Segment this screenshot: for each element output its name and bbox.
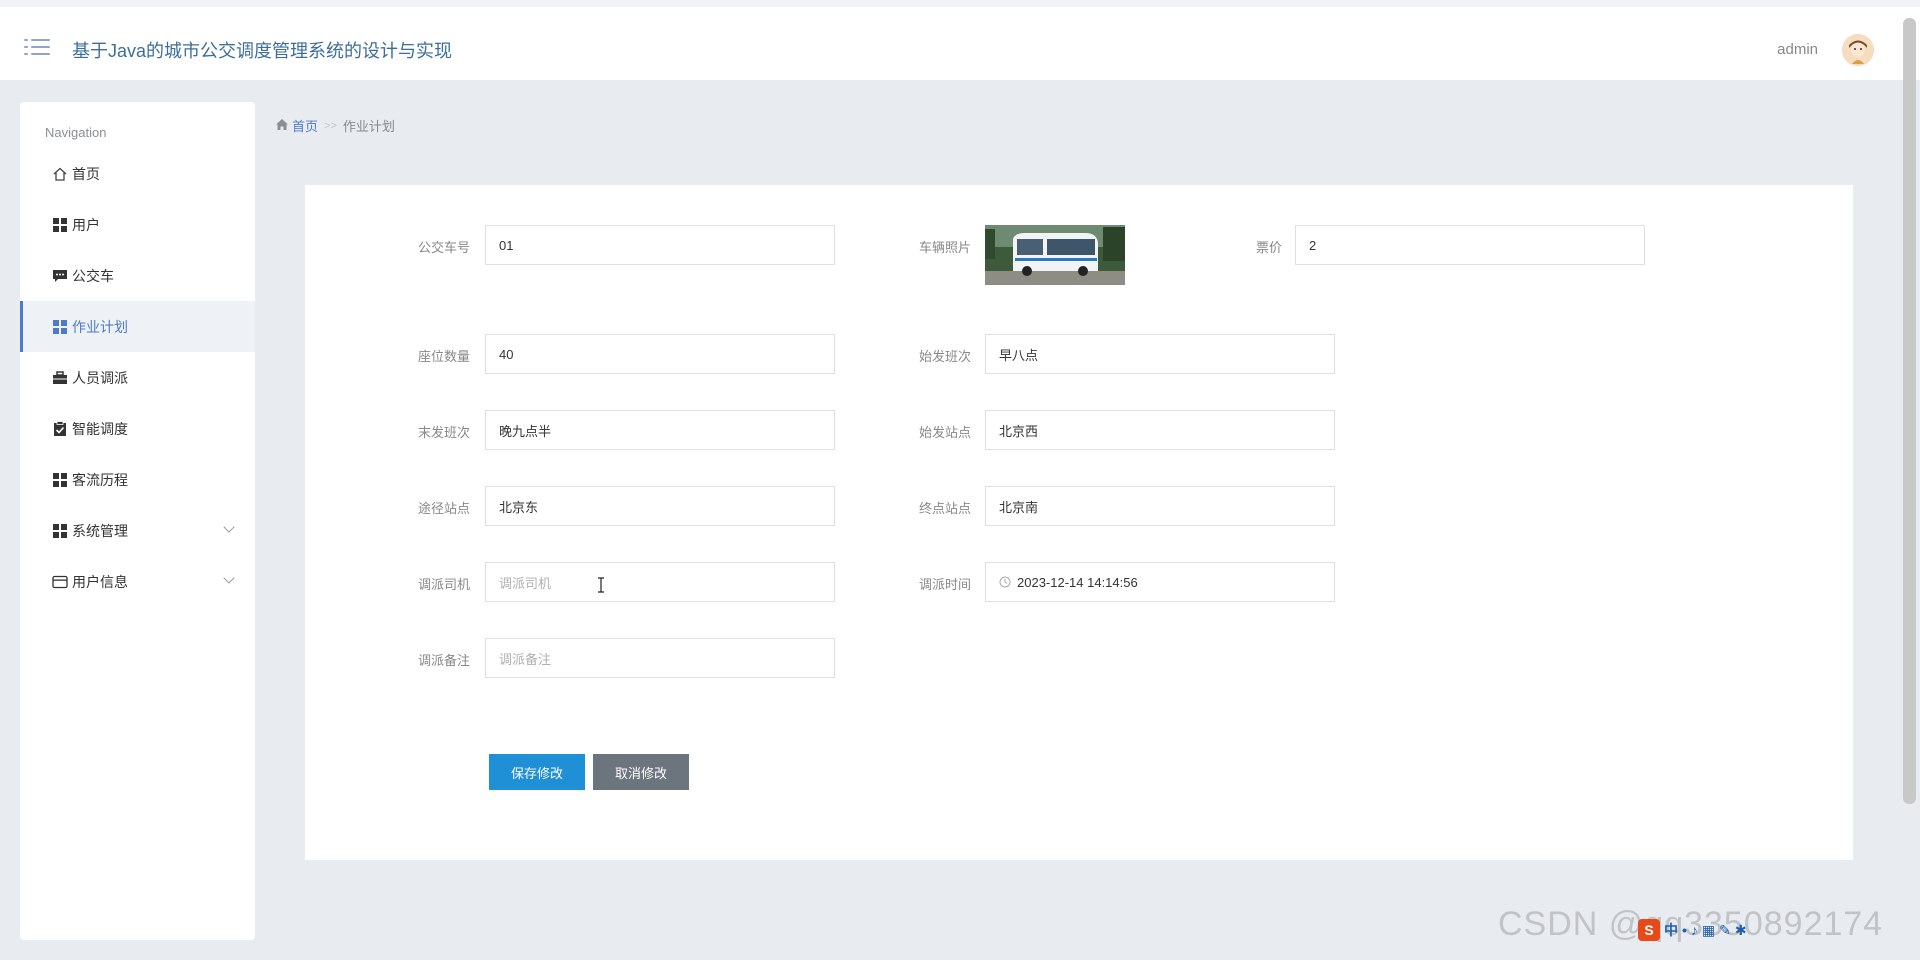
via-station-input[interactable]: 北京东 bbox=[485, 486, 835, 526]
sidebar-item-label: 用户 bbox=[72, 216, 100, 233]
breadcrumb-home-link[interactable]: 首页 bbox=[292, 116, 318, 135]
dispatch-time-label: 调派时间 bbox=[919, 577, 972, 592]
home-icon bbox=[52, 166, 68, 182]
ime-punctuation-icon[interactable]: • bbox=[1682, 922, 1687, 938]
sidebar-item-label: 智能调度 bbox=[72, 420, 128, 437]
sidebar-item-label: 用户信息 bbox=[72, 573, 128, 590]
app-title: 基于Java的城市公交调度管理系统的设计与实现 bbox=[72, 41, 453, 61]
grid-icon bbox=[52, 472, 68, 488]
bus-photo[interactable] bbox=[985, 225, 1125, 285]
sidebar-item-home[interactable]: 首页 bbox=[20, 148, 255, 199]
last-shift-label: 末发班次 bbox=[418, 425, 471, 440]
first-shift-label: 始发班次 bbox=[919, 349, 972, 364]
end-station-label: 终点站点 bbox=[919, 501, 972, 516]
chevron-down-icon bbox=[223, 572, 235, 584]
sidebar-item-bus[interactable]: 公交车 bbox=[20, 250, 255, 301]
sidebar-item-system-management[interactable]: 系统管理 bbox=[20, 505, 255, 556]
avatar[interactable] bbox=[1842, 34, 1874, 66]
seats-label: 座位数量 bbox=[418, 349, 471, 364]
clipboard-check-icon bbox=[52, 420, 68, 437]
chevron-down-icon bbox=[223, 521, 235, 533]
ime-logo-icon: S bbox=[1638, 919, 1660, 941]
photo-label: 车辆照片 bbox=[919, 240, 972, 255]
last-shift-input[interactable]: 晚九点半 bbox=[485, 410, 835, 450]
briefcase-icon bbox=[52, 370, 68, 386]
start-station-label: 始发站点 bbox=[919, 425, 972, 440]
via-station-label: 途径站点 bbox=[418, 501, 471, 516]
fare-label: 票价 bbox=[1256, 240, 1283, 255]
cancel-button[interactable]: 取消修改 bbox=[593, 754, 689, 790]
sidebar-item-label: 作业计划 bbox=[72, 318, 128, 335]
save-button[interactable]: 保存修改 bbox=[489, 754, 585, 790]
seats-input[interactable]: 40 bbox=[485, 334, 835, 374]
ime-tools-icon[interactable]: ✱ bbox=[1735, 922, 1747, 939]
grid-icon bbox=[52, 319, 68, 335]
ime-skin-icon[interactable]: ✎ bbox=[1719, 922, 1731, 939]
fare-input[interactable]: 2 bbox=[1295, 225, 1645, 265]
sidebar: Navigation 首页 用户 公交车 作业计划 人员调派 智能调度 客流历程… bbox=[20, 102, 255, 940]
clock-icon bbox=[999, 576, 1011, 588]
ime-keyboard-icon[interactable]: ▦ bbox=[1702, 922, 1715, 939]
sidebar-item-staff-dispatch[interactable]: 人员调派 bbox=[20, 352, 255, 403]
nav-heading: Navigation bbox=[45, 125, 107, 140]
bus-no-input[interactable]: 01 bbox=[485, 225, 835, 265]
sidebar-item-label: 首页 bbox=[72, 165, 100, 182]
remark-input[interactable]: 调派备注 bbox=[485, 638, 835, 678]
page-scrollbar[interactable] bbox=[1903, 18, 1916, 804]
first-shift-input[interactable]: 早八点 bbox=[985, 334, 1335, 374]
breadcrumb-separator: >> bbox=[324, 119, 337, 132]
menu-toggle-icon[interactable] bbox=[24, 38, 50, 60]
dispatch-time-picker[interactable]: 2023-12-14 14:14:56 bbox=[985, 562, 1335, 602]
sidebar-item-users[interactable]: 用户 bbox=[20, 199, 255, 250]
home-icon bbox=[276, 118, 288, 133]
ime-voice-icon[interactable]: ♪ bbox=[1691, 922, 1698, 938]
grid-icon bbox=[52, 523, 68, 539]
top-bar: 基于Java的城市公交调度管理系统的设计与实现 admin bbox=[0, 0, 1920, 80]
sidebar-item-passenger-flow[interactable]: 客流历程 bbox=[20, 454, 255, 505]
remark-label: 调派备注 bbox=[418, 653, 471, 668]
ime-toolbar[interactable]: S 中 • ♪ ▦ ✎ ✱ bbox=[1638, 918, 1814, 942]
grid-icon bbox=[52, 217, 68, 233]
sidebar-item-label: 客流历程 bbox=[72, 471, 128, 488]
driver-label: 调派司机 bbox=[418, 577, 471, 592]
breadcrumb: 首页 >> 作业计划 bbox=[276, 116, 395, 135]
text-cursor-icon bbox=[597, 577, 605, 593]
sidebar-item-work-plan[interactable]: 作业计划 bbox=[20, 301, 255, 352]
driver-input[interactable]: 调派司机 bbox=[485, 562, 835, 602]
end-station-input[interactable]: 北京南 bbox=[985, 486, 1335, 526]
id-card-icon bbox=[52, 574, 68, 590]
chat-icon bbox=[52, 268, 68, 284]
sidebar-item-smart-dispatch[interactable]: 智能调度 bbox=[20, 403, 255, 454]
bus-no-label: 公交车号 bbox=[418, 240, 471, 255]
sidebar-item-label: 系统管理 bbox=[72, 522, 128, 539]
start-station-input[interactable]: 北京西 bbox=[985, 410, 1335, 450]
sidebar-item-label: 公交车 bbox=[72, 267, 114, 284]
user-name[interactable]: admin bbox=[1777, 41, 1818, 58]
sidebar-item-label: 人员调派 bbox=[72, 369, 128, 386]
breadcrumb-current: 作业计划 bbox=[342, 119, 395, 134]
sidebar-item-user-info[interactable]: 用户信息 bbox=[20, 556, 255, 607]
dispatch-time-value: 2023-12-14 14:14:56 bbox=[1017, 574, 1138, 590]
ime-chinese-icon[interactable]: 中 bbox=[1664, 920, 1678, 940]
